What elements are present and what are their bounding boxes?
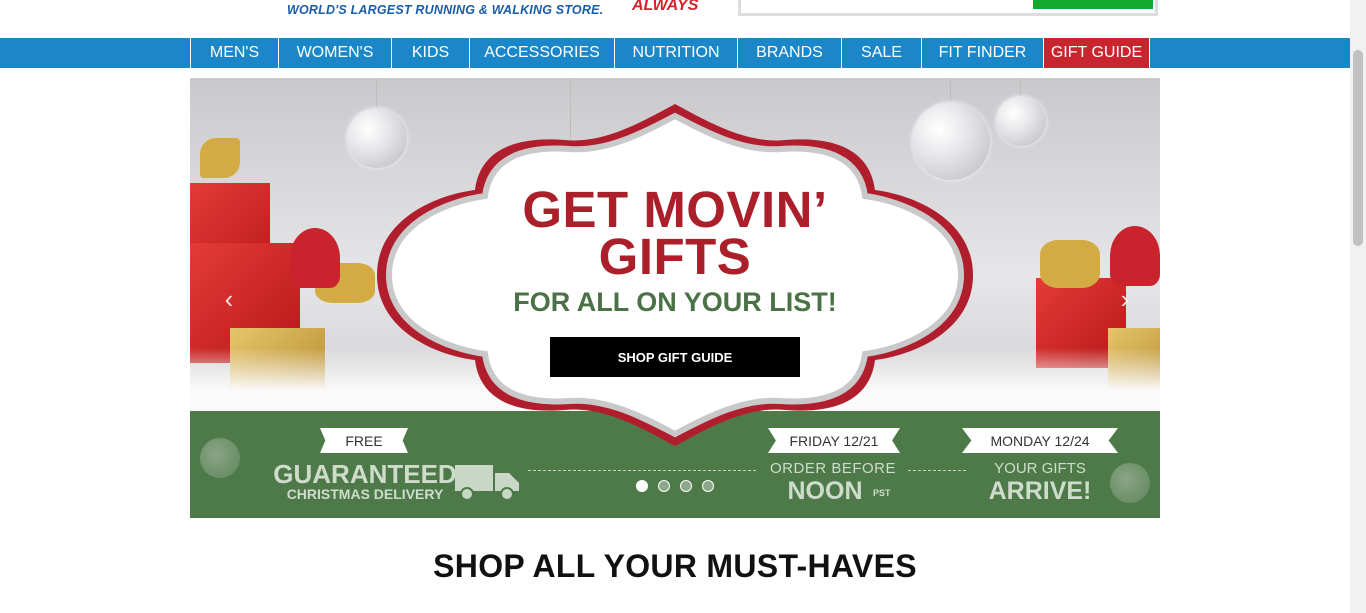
page-scrollbar[interactable] [1350, 0, 1366, 613]
your-gifts-text: YOUR GIFTS [994, 460, 1086, 477]
hero-title-line2: GIFTS [598, 228, 752, 285]
carousel-dot[interactable] [658, 480, 670, 492]
bow-icon [1040, 240, 1100, 288]
nav-item-gift-guide[interactable]: GIFT GUIDE [1043, 38, 1150, 68]
hero-title-line1: GET MOVIN’ [522, 181, 828, 238]
shop-gift-guide-button[interactable]: SHOP GIFT GUIDE [550, 337, 800, 377]
always-badge: ALWAYS [632, 0, 699, 14]
hero-carousel: FREE GUARANTEED CHRISTMAS DELIVERY FRIDA… [190, 78, 1160, 518]
santa-hat-image [290, 228, 340, 288]
scrollbar-thumb[interactable] [1353, 50, 1363, 246]
search-input[interactable] [738, 0, 1158, 16]
truck-icon [455, 465, 519, 501]
divider-line [908, 470, 966, 471]
hero-subtitle: FOR ALL ON YOUR LIST! [513, 287, 837, 317]
santa-hat-image [1110, 226, 1160, 286]
chevron-left-icon[interactable]: ‹ [218, 286, 240, 312]
ornament-icon [1110, 463, 1150, 503]
site-header: WORLD'S LARGEST RUNNING & WALKING STORE.… [0, 0, 1350, 38]
divider-line [528, 470, 756, 471]
monday-tag: MONDAY 12/24 [962, 428, 1118, 453]
nav-menu: MEN'S WOMEN'S KIDS ACCESSORIES NUTRITION… [190, 38, 1150, 68]
pst-text: PST [873, 488, 891, 498]
noon-text: NOON [787, 477, 863, 505]
nav-item-nutrition[interactable]: NUTRITION [614, 38, 737, 68]
nav-item-sale[interactable]: SALE [841, 38, 921, 68]
bow-icon [200, 138, 240, 178]
carousel-dot[interactable] [680, 480, 692, 492]
order-before-text: ORDER BEFORE [769, 460, 896, 477]
christmas-delivery-text: CHRISTMAS DELIVERY [286, 486, 444, 502]
nav-item-womens[interactable]: WOMEN'S [278, 38, 391, 68]
section-title: SHOP ALL YOUR MUST-HAVES [433, 548, 917, 584]
main-nav: MEN'S WOMEN'S KIDS ACCESSORIES NUTRITION… [0, 38, 1350, 68]
page: WORLD'S LARGEST RUNNING & WALKING STORE.… [0, 0, 1366, 613]
nav-item-accessories[interactable]: ACCESSORIES [469, 38, 614, 68]
ornament-string [1020, 78, 1021, 98]
nav-item-fit-finder[interactable]: FIT FINDER [921, 38, 1043, 68]
hero-title: GET MOVIN’ GIFTS [475, 181, 875, 285]
carousel-dot[interactable] [636, 480, 648, 492]
chevron-right-icon[interactable]: › [1114, 286, 1136, 312]
store-tagline: WORLD'S LARGEST RUNNING & WALKING STORE. [287, 3, 604, 17]
search-button[interactable] [1033, 0, 1153, 9]
carousel-dots [636, 480, 714, 492]
nav-item-mens[interactable]: MEN'S [190, 38, 278, 68]
ornament-icon [996, 96, 1046, 146]
nav-item-brands[interactable]: BRANDS [737, 38, 841, 68]
arrive-text: ARRIVE! [988, 477, 1092, 505]
carousel-dot[interactable] [702, 480, 714, 492]
ornament-icon [200, 438, 240, 478]
nav-item-kids[interactable]: KIDS [391, 38, 469, 68]
